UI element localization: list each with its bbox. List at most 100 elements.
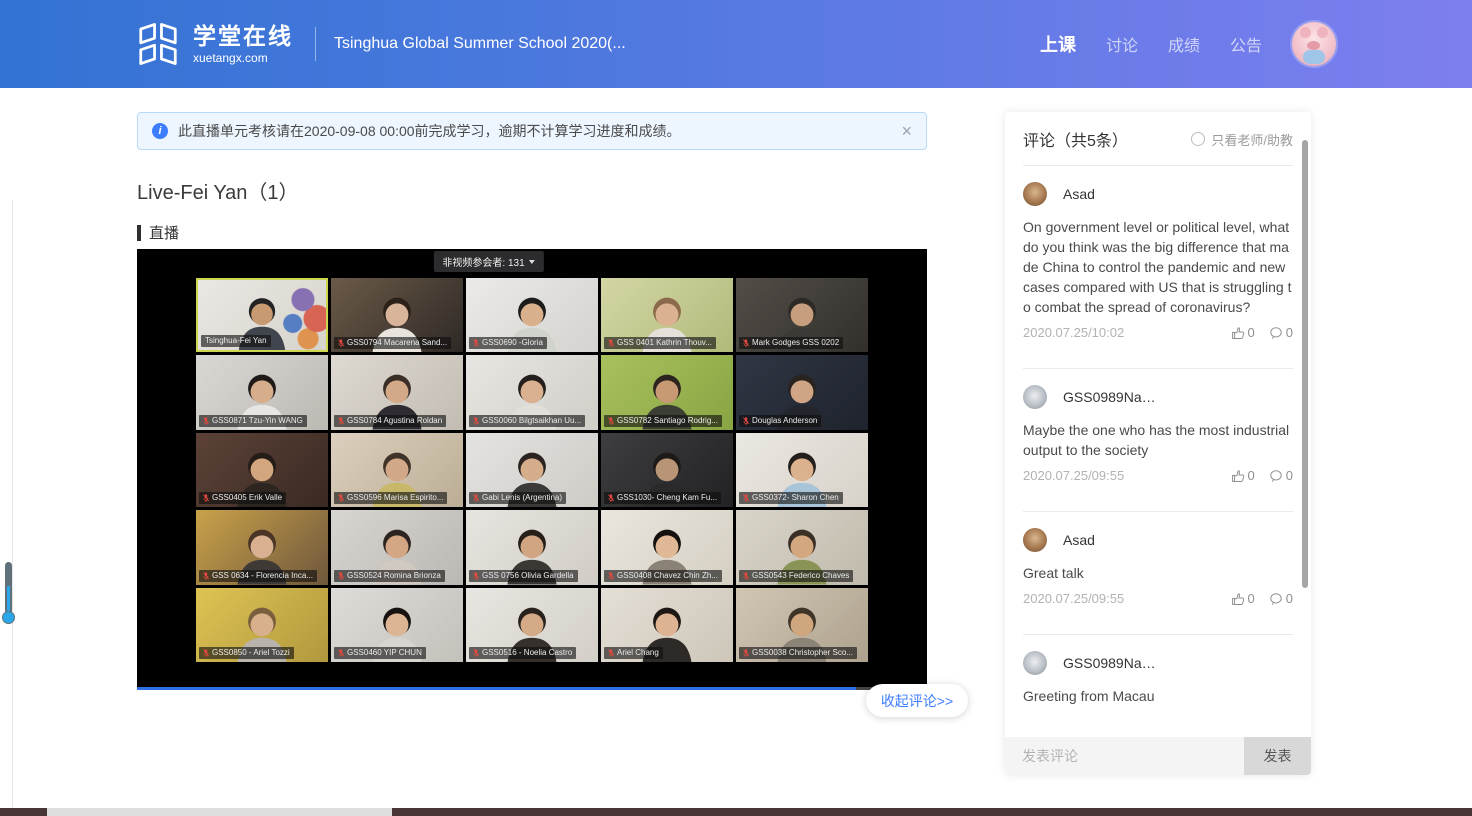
mic-muted-icon bbox=[203, 572, 209, 580]
left-panel-edge bbox=[12, 200, 13, 808]
participant-tile: Ariel Chang bbox=[601, 588, 733, 662]
commenter-avatar[interactable] bbox=[1023, 182, 1047, 206]
participant-tile: GSS0690 -Gloria bbox=[466, 278, 598, 352]
mic-muted-icon bbox=[608, 649, 614, 657]
horizontal-scrollbar-thumb[interactable] bbox=[47, 808, 392, 816]
non-video-participants-badge[interactable]: 非视频参会者: 131 bbox=[433, 251, 543, 272]
participant-silhouette bbox=[215, 288, 310, 350]
xuetangx-logo[interactable]: 学堂在线 xuetangx.com bbox=[135, 21, 293, 67]
thermometer-widget bbox=[2, 562, 15, 624]
comment-item: GSS0989Na… Maybe the one who has the mos… bbox=[1023, 369, 1293, 497]
nav-tab-class[interactable]: 上课 bbox=[1040, 31, 1076, 57]
participant-name-label: GSS0516 - Noelia Castro bbox=[469, 647, 576, 659]
participant-name-label: GSS0543 Federico Chaves bbox=[739, 570, 853, 582]
nav-tab-grades[interactable]: 成绩 bbox=[1168, 32, 1200, 56]
comment-text: On government level or political level, … bbox=[1023, 217, 1293, 317]
comment-text: Maybe the one who has the most industria… bbox=[1023, 420, 1293, 460]
mic-muted-icon bbox=[338, 417, 344, 425]
participant-name-label: Mark Godges GSS 0202 bbox=[739, 337, 843, 349]
collapse-comments-button[interactable]: 收起评论>> bbox=[866, 684, 968, 717]
participant-tile: GSS0460 YIP CHUN bbox=[331, 588, 463, 662]
comment-submit-button[interactable]: 发表 bbox=[1244, 737, 1311, 775]
mic-muted-icon bbox=[473, 339, 479, 347]
commenter-avatar[interactable] bbox=[1023, 528, 1047, 552]
comments-scrollbar[interactable] bbox=[1302, 140, 1308, 588]
participant-tile: GSS1030- Cheng Kam Fu... bbox=[601, 433, 733, 507]
mic-muted-icon bbox=[338, 572, 344, 580]
participant-name-label: GSS0782 Santiago Rodrig... bbox=[604, 415, 722, 427]
participant-name-label: GSS0784 Agustina Roldan bbox=[334, 415, 446, 427]
comment-input[interactable] bbox=[1005, 737, 1244, 775]
like-button[interactable]: 0 bbox=[1231, 468, 1255, 483]
participant-name-label: Gabi Lenis (Argentina) bbox=[469, 492, 566, 504]
thumbs-up-icon bbox=[1231, 326, 1245, 340]
like-button[interactable]: 0 bbox=[1231, 325, 1255, 340]
horizontal-scrollbar bbox=[0, 808, 1472, 816]
participant-tile: GSS0524 Romina Brionza bbox=[331, 510, 463, 584]
mic-muted-icon bbox=[203, 649, 209, 657]
reply-button[interactable]: 0 bbox=[1269, 468, 1293, 483]
mic-muted-icon bbox=[743, 494, 749, 502]
nav-tab-discussion[interactable]: 讨论 bbox=[1106, 32, 1138, 56]
participant-tile: GSS0372- Sharon Chen bbox=[736, 433, 868, 507]
participant-tile: GSS0408 Chavez Chin Zh... bbox=[601, 510, 733, 584]
mic-muted-icon bbox=[473, 417, 479, 425]
participant-name-label: GSS1030- Cheng Kam Fu... bbox=[604, 492, 721, 504]
participant-name-label: GSS0850 - Ariel Tozzi bbox=[199, 647, 294, 659]
user-avatar[interactable] bbox=[1292, 22, 1336, 66]
participant-name-label: GSS0038 Christopher Sco... bbox=[739, 647, 857, 659]
participant-tile: GSS 0634 - Florencia Inca... bbox=[196, 510, 328, 584]
participant-tile: GSS0784 Agustina Roldan bbox=[331, 355, 463, 429]
comments-title: 评论（共5条） bbox=[1023, 127, 1128, 151]
like-button[interactable]: 0 bbox=[1231, 591, 1255, 606]
participant-name-label: GSS0405 Erik Valle bbox=[199, 492, 286, 504]
participant-tile: GSS0405 Erik Valle bbox=[196, 433, 328, 507]
commenter-name: GSS0989Na… bbox=[1063, 389, 1156, 405]
mic-muted-icon bbox=[743, 339, 749, 347]
comment-text: Great talk bbox=[1023, 563, 1293, 583]
mic-muted-icon bbox=[338, 649, 344, 657]
participant-tile: GSS0038 Christopher Sco... bbox=[736, 588, 868, 662]
radio-icon[interactable] bbox=[1191, 132, 1205, 146]
mic-muted-icon bbox=[338, 339, 344, 347]
nav-tab-announcements[interactable]: 公告 bbox=[1230, 32, 1262, 56]
comment-input-bar: 发表 bbox=[1005, 737, 1311, 775]
participant-tile: GSS 0756 Olivia Gardella bbox=[466, 510, 598, 584]
teacher-only-filter[interactable]: 只看老师/助教 bbox=[1191, 130, 1293, 149]
mic-muted-icon bbox=[743, 572, 749, 580]
participant-name-label: GSS0372- Sharon Chen bbox=[739, 492, 843, 504]
commenter-avatar[interactable] bbox=[1023, 651, 1047, 675]
reply-button[interactable]: 0 bbox=[1269, 591, 1293, 606]
comment-timestamp: 2020.07.25/09:55 bbox=[1023, 468, 1217, 483]
comment-text: Greeting from Macau bbox=[1023, 686, 1293, 706]
participant-name-label: GSS0794 Macarena Sand... bbox=[334, 337, 451, 349]
comment-timestamp: 2020.07.25/09:55 bbox=[1023, 591, 1217, 606]
mic-muted-icon bbox=[338, 494, 344, 502]
participant-name-label: GSS0060 Bilgtsaikhan Uu... bbox=[469, 415, 585, 427]
participant-name-label: GSS0524 Romina Brionza bbox=[334, 570, 445, 582]
reply-bubble-icon bbox=[1269, 326, 1283, 340]
mic-muted-icon bbox=[203, 417, 209, 425]
logo-subtitle: xuetangx.com bbox=[193, 52, 293, 64]
info-icon: i bbox=[152, 123, 168, 139]
video-player[interactable]: 非视频参会者: 131 Tsinghua-Fei Yan bbox=[137, 249, 927, 690]
participant-name-label: GSS 0756 Olivia Gardella bbox=[469, 570, 578, 582]
page-title: Live-Fei Yan（1） bbox=[137, 176, 299, 205]
mic-muted-icon bbox=[608, 339, 614, 347]
commenter-name: Asad bbox=[1063, 186, 1095, 202]
participant-tile: GSS 0401 Kathrin Thouv... bbox=[601, 278, 733, 352]
mic-muted-icon bbox=[473, 649, 479, 657]
video-progress-bar[interactable] bbox=[137, 687, 927, 690]
commenter-avatar[interactable] bbox=[1023, 385, 1047, 409]
logo-title: 学堂在线 bbox=[193, 25, 293, 48]
course-title: Tsinghua Global Summer School 2020(... bbox=[334, 35, 626, 53]
comment-item: Asad On government level or political le… bbox=[1023, 166, 1293, 354]
commenter-name: GSS0989Na… bbox=[1063, 655, 1156, 671]
reply-button[interactable]: 0 bbox=[1269, 325, 1293, 340]
thumbs-up-icon bbox=[1231, 469, 1245, 483]
participant-name-label: GSS0871 Tzu-Yin WANG bbox=[199, 415, 307, 427]
thumbs-up-icon bbox=[1231, 592, 1245, 606]
comment-timestamp: 2020.07.25/10:02 bbox=[1023, 325, 1217, 340]
mic-muted-icon bbox=[473, 494, 479, 502]
notice-close-icon[interactable]: × bbox=[901, 122, 912, 140]
